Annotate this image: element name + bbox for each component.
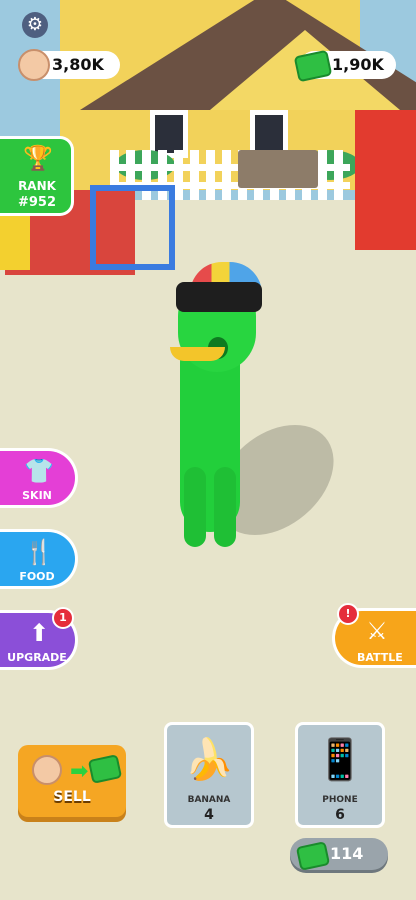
food-button[interactable]: 🍴 FOOD	[0, 529, 78, 589]
cash-icon	[293, 49, 333, 83]
bench	[238, 150, 318, 188]
cost-counter[interactable]: 114	[290, 838, 388, 871]
battle-button[interactable]: ⚔ BATTLE !	[332, 603, 416, 668]
rank-label: RANK	[18, 179, 56, 193]
phone-name: PHONE	[322, 795, 358, 805]
upgrade-label: UPGRADE	[7, 651, 67, 664]
character-legs	[184, 467, 239, 547]
rank-button[interactable]: 🏆 RANK #952	[0, 136, 74, 216]
rank-value: #952	[17, 195, 57, 210]
shirt-icon: 👕	[24, 457, 54, 485]
cost-value: 114	[330, 844, 364, 863]
skin-label: SKIN	[22, 489, 52, 502]
food-label: FOOD	[19, 570, 55, 583]
phone-count: 6	[335, 807, 345, 823]
battle-label: BATTLE	[357, 651, 403, 664]
upgrade-button[interactable]: ⬆ UPGRADE 1	[0, 607, 78, 670]
gear-icon[interactable]: ⚙	[22, 12, 48, 38]
cash-icon	[295, 841, 331, 871]
money-counter: 1,90K	[293, 49, 396, 83]
upgrade-badge: 1	[52, 607, 74, 629]
banana-icon: 🍌	[184, 737, 234, 783]
banana-count: 4	[204, 807, 214, 823]
money-value: 1,90K	[332, 55, 384, 74]
slide	[355, 110, 416, 250]
followers-counter: 3,80K	[18, 49, 120, 81]
phone-item-card[interactable]: 📱 PHONE 6	[295, 722, 385, 828]
arrow-right-icon: ➡	[70, 759, 89, 784]
sumo-head-icon	[18, 49, 50, 81]
trophy-icon: 🏆	[23, 144, 53, 172]
sumo-head-icon	[32, 755, 62, 785]
battle-badge: !	[337, 603, 359, 625]
fork-knife-icon: 🍴	[24, 538, 54, 566]
banana-name: BANANA	[187, 795, 231, 805]
held-banana	[170, 347, 225, 361]
skin-button[interactable]: 👕 SKIN	[0, 448, 78, 508]
sell-label: SELL	[53, 789, 91, 805]
player-character[interactable]	[170, 262, 280, 552]
phone-icon: 📱	[315, 737, 365, 783]
sunglasses	[176, 282, 262, 312]
cash-icon	[87, 754, 123, 784]
playground-frame	[90, 185, 175, 270]
banana-item-card[interactable]: 🍌 BANANA 4	[164, 722, 254, 828]
sell-button[interactable]: ➡ SELL	[18, 745, 126, 817]
followers-value: 3,80K	[52, 55, 104, 74]
